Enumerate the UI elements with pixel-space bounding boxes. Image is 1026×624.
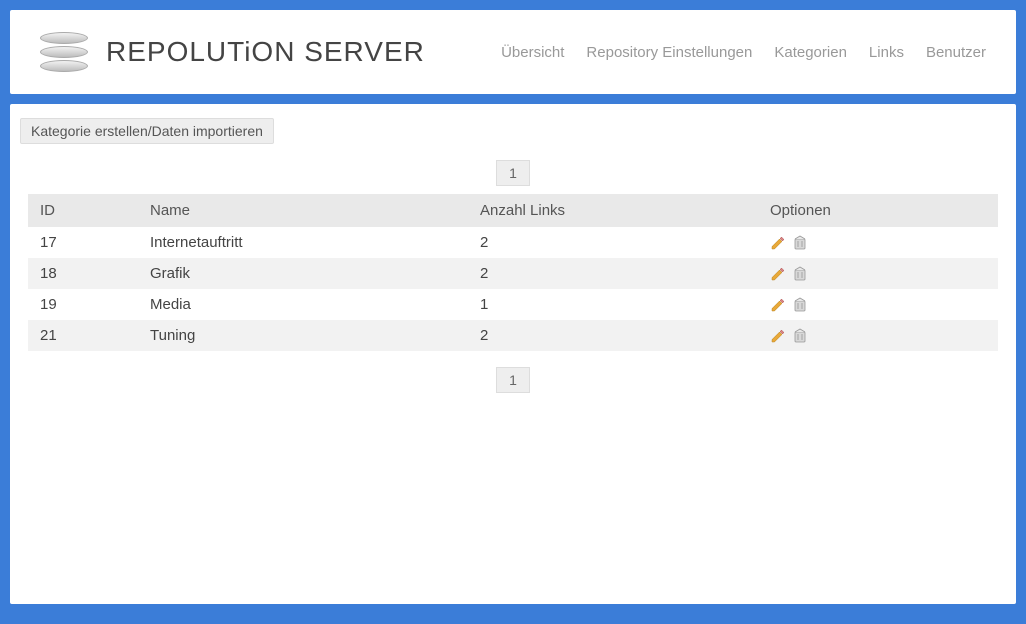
categories-table: ID Name Anzahl Links Optionen 17Internet… xyxy=(28,194,998,351)
row-options xyxy=(770,235,986,251)
th-name: Name xyxy=(138,194,468,227)
cell-count: 2 xyxy=(468,320,758,351)
cell-options xyxy=(758,258,998,289)
delete-icon[interactable] xyxy=(792,328,808,344)
table-row: 19Media1 xyxy=(28,289,998,320)
pager-top-wrap: 1 xyxy=(20,160,1006,186)
row-options xyxy=(770,297,986,313)
cell-options xyxy=(758,289,998,320)
nav-overview[interactable]: Übersicht xyxy=(501,44,564,61)
pager-bottom-wrap: 1 xyxy=(20,367,1006,393)
table-row: 18Grafik2 xyxy=(28,258,998,289)
header-bar: REPOLUTiON SERVER Übersicht Repository E… xyxy=(10,10,1016,94)
cell-count: 2 xyxy=(468,227,758,258)
cell-id: 19 xyxy=(28,289,138,320)
row-options xyxy=(770,266,986,282)
brand-title: REPOLUTiON SERVER xyxy=(106,36,425,68)
cell-id: 17 xyxy=(28,227,138,258)
cell-name: Tuning xyxy=(138,320,468,351)
cell-id: 18 xyxy=(28,258,138,289)
cell-id: 21 xyxy=(28,320,138,351)
cell-options xyxy=(758,320,998,351)
cell-name: Internetauftritt xyxy=(138,227,468,258)
th-options: Optionen xyxy=(758,194,998,227)
table-header-row: ID Name Anzahl Links Optionen xyxy=(28,194,998,227)
nav-links[interactable]: Links xyxy=(869,44,904,61)
cell-name: Media xyxy=(138,289,468,320)
th-id: ID xyxy=(28,194,138,227)
table-row: 17Internetauftritt2 xyxy=(28,227,998,258)
pager-top[interactable]: 1 xyxy=(496,160,530,186)
table-row: 21Tuning2 xyxy=(28,320,998,351)
delete-icon[interactable] xyxy=(792,266,808,282)
create-import-button[interactable]: Kategorie erstellen/Daten importieren xyxy=(20,118,274,144)
edit-icon[interactable] xyxy=(770,235,786,251)
database-icon xyxy=(40,28,88,76)
delete-icon[interactable] xyxy=(792,235,808,251)
edit-icon[interactable] xyxy=(770,328,786,344)
nav-categories[interactable]: Kategorien xyxy=(774,44,847,61)
edit-icon[interactable] xyxy=(770,297,786,313)
edit-icon[interactable] xyxy=(770,266,786,282)
delete-icon[interactable] xyxy=(792,297,808,313)
main-nav: Übersicht Repository Einstellungen Kateg… xyxy=(501,44,986,61)
cell-options xyxy=(758,227,998,258)
cell-name: Grafik xyxy=(138,258,468,289)
nav-users[interactable]: Benutzer xyxy=(926,44,986,61)
cell-count: 1 xyxy=(468,289,758,320)
cell-count: 2 xyxy=(468,258,758,289)
row-options xyxy=(770,328,986,344)
brand: REPOLUTiON SERVER xyxy=(40,28,425,76)
th-count: Anzahl Links xyxy=(468,194,758,227)
nav-repo-settings[interactable]: Repository Einstellungen xyxy=(586,44,752,61)
content-panel: Kategorie erstellen/Daten importieren 1 … xyxy=(10,104,1016,604)
pager-bottom[interactable]: 1 xyxy=(496,367,530,393)
